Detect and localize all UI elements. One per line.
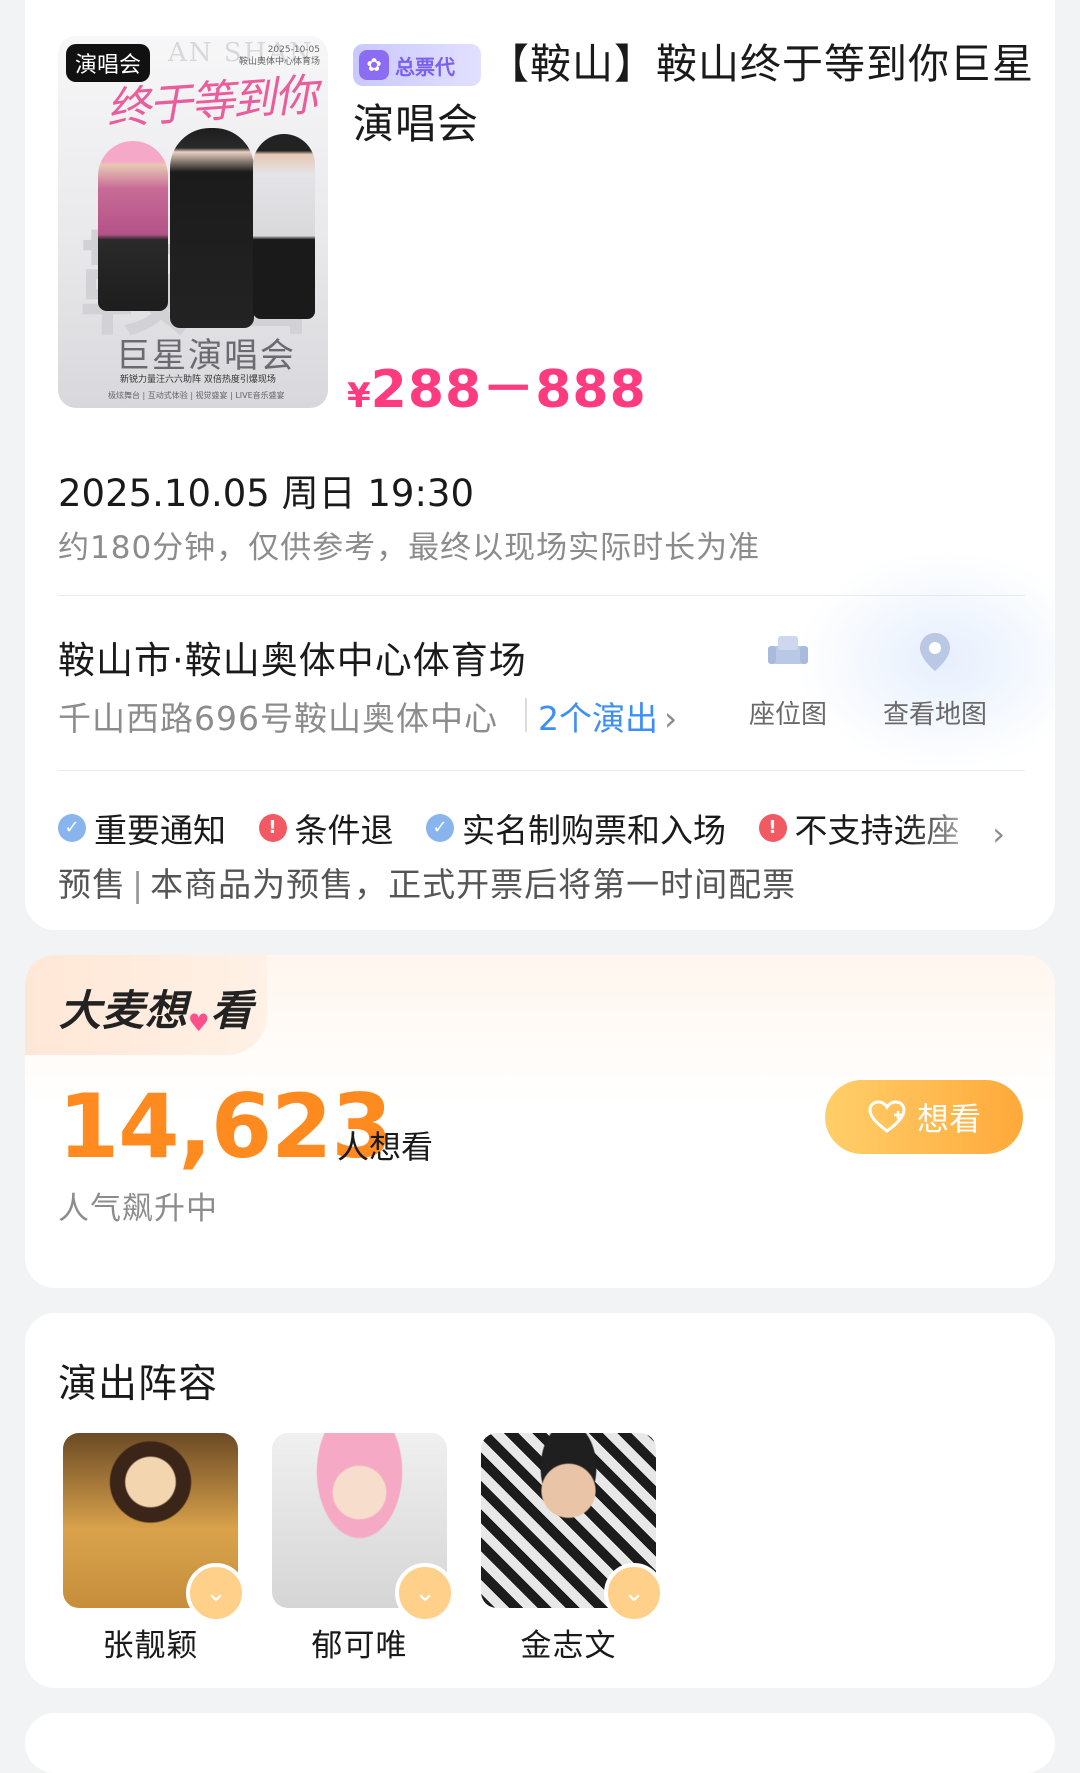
location-pin-icon [913,630,957,674]
want-button-label: 想看 [916,1100,981,1138]
venue-shows-link[interactable]: 2个演出 › [538,692,677,740]
agent-badge-label: 总票代 [395,54,455,79]
poster-performer-3 [253,134,315,319]
artist-card[interactable]: ⌄ 金志文 [481,1433,664,1665]
price-range: ¥288－888 [347,347,647,422]
notice-list[interactable]: ✓ 重要通知 ! 条件退 ✓ 实名制购票和入场 ! 不支持选座 [58,802,988,852]
want-to-see-button[interactable]: 想看 [825,1080,1023,1154]
artist-name: 郁可唯 [311,1628,408,1664]
chevron-right-icon[interactable]: › [992,815,1005,853]
want-count-unit: 人想看 [337,1128,434,1166]
popularity-trend: 人气飙升中 [58,1191,218,1227]
poster-tagline: 新锐力量汪六六助阵 双倍热度引爆现场 [120,375,276,385]
notice-item: ! 条件退 [258,804,394,852]
heart-plus-icon [868,1100,906,1133]
presale-label: 预售 [58,865,126,904]
seat-icon [766,630,810,674]
seat-map-label: 座位图 [748,700,827,730]
lineup-card: 演出阵容 ⌄ 张靓颖 ⌄ 郁可唯 ⌄ 金志文 [25,1313,1055,1688]
heart-icon: ♥ [188,1009,211,1037]
presale-info: 预售 | 本商品为预售，正式开票后将第一时间配票 [58,858,796,906]
show-duration: 约180分钟，仅供参考，最终以现场实际时长为准 [58,530,761,566]
show-poster[interactable]: 演唱会 AN SHAN 2025-10-05 鞍山奥体中心体育场 鞍山 终于等到… [58,36,328,408]
venue-address: 千山西路696号鞍山奥体中心 [58,699,498,738]
poster-performer-2 [170,128,254,328]
notice-item: ✓ 重要通知 [58,804,226,852]
chevron-down-icon[interactable]: ⌄ [395,1563,455,1623]
show-info-card: 演唱会 AN SHAN 2025-10-05 鞍山奥体中心体育场 鞍山 终于等到… [25,0,1055,930]
chevron-down-icon[interactable]: ⌄ [186,1563,246,1623]
agent-badge: ✿ 总票代 [353,44,481,86]
price-value: 288－888 [370,360,647,420]
lineup-title: 演出阵容 [58,1362,219,1407]
venue-name: 鞍山市·鞍山奥体中心体育场 [58,639,527,682]
want-to-see-card: 大麦想♥看 14,623 人想看 人气飙升中 想看 [25,955,1055,1288]
divider [58,770,1025,771]
view-map-label: 查看地图 [882,700,987,730]
seat-map-button[interactable]: 座位图 [733,630,843,731]
poster-performer-1 [98,141,168,311]
venue-shows-label: 2个演出 [538,699,658,738]
artist-card[interactable]: ⌄ 张靓颖 [63,1433,246,1665]
alert-icon: ! [758,813,787,842]
artist-name: 张靓颖 [102,1628,199,1664]
next-section-card [25,1713,1055,1773]
venue-separator [525,698,527,732]
poster-footer: 极炫舞台 | 互动式体验 | 视觉盛宴 | LIVE音乐盛宴 [108,391,285,400]
presale-text: 本商品为预售，正式开票后将第一时间配票 [150,865,797,904]
price-currency: ¥ [347,376,371,416]
check-icon: ✓ [58,813,86,842]
poster-subtitle: 巨星演唱会 [116,336,296,376]
view-map-button[interactable]: 查看地图 [880,630,990,731]
flower-icon: ✿ [359,50,389,80]
artist-card[interactable]: ⌄ 郁可唯 [272,1433,455,1665]
presale-separator: | [132,865,145,904]
artist-name: 金志文 [520,1628,617,1664]
show-datetime: 2025.10.05 周日 19:30 [58,472,474,515]
check-icon: ✓ [426,813,454,842]
notice-item: ✓ 实名制购票和入场 [426,804,726,852]
damai-want-logo: 大麦想♥看 [59,986,254,1037]
chevron-right-icon: › [664,699,678,738]
chevron-down-icon[interactable]: ⌄ [604,1563,664,1623]
poster-category-tag: 演唱会 [66,44,151,82]
alert-icon: ! [258,813,287,842]
notice-fade [905,800,995,850]
